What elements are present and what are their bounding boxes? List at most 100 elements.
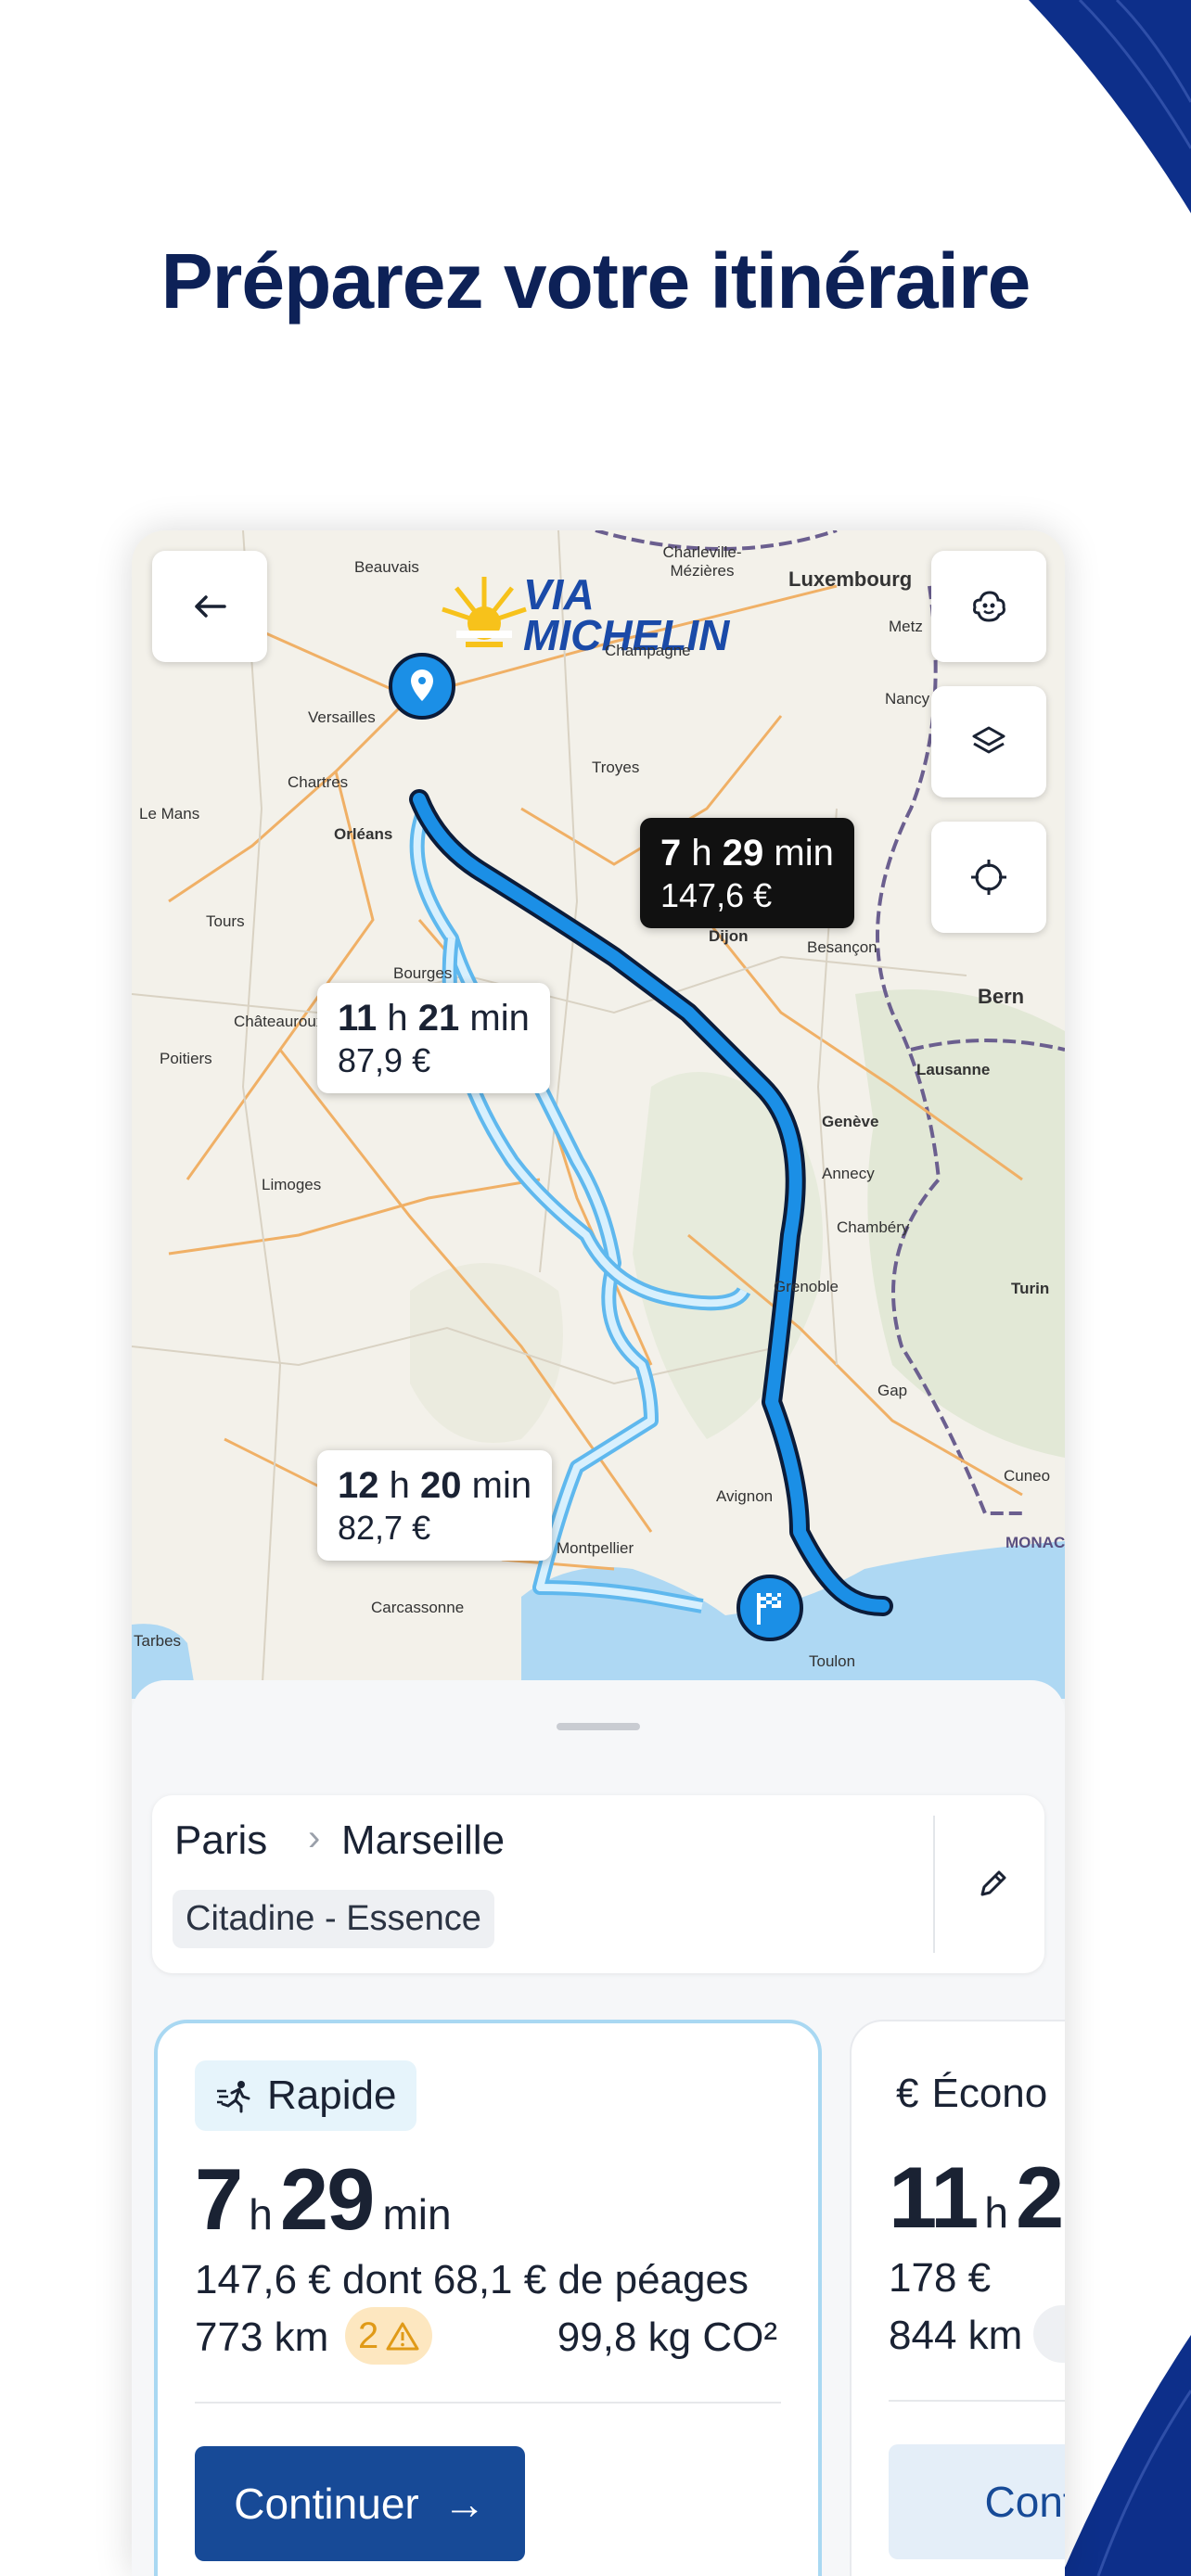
city-label: MONACO xyxy=(1005,1534,1065,1551)
card-divider xyxy=(195,2402,781,2404)
divider xyxy=(933,1816,935,1953)
bibendum-button[interactable] xyxy=(931,551,1046,662)
route-label-minutes: 29 xyxy=(722,833,764,874)
drag-handle[interactable] xyxy=(557,1723,640,1730)
continue-button[interactable]: Continuer → xyxy=(195,2446,525,2561)
city-label: Limoges xyxy=(262,1176,322,1193)
cost-summary: 178 € xyxy=(889,2255,992,2301)
duration-minutes: 29 xyxy=(279,2150,376,2248)
euro-icon: € xyxy=(896,2071,919,2116)
route-map[interactable]: VIA MICHELIN Beauvais Charleville-Mézièr… xyxy=(132,530,1065,1699)
city-label: Toulon xyxy=(809,1652,856,1670)
city-label: Le Mans xyxy=(139,805,200,823)
route-label-price: 87,9 € xyxy=(338,1041,431,1079)
locate-button[interactable] xyxy=(931,822,1046,933)
route-option-card-fast[interactable]: Rapide 7 h29 min 147,6 € dont 68,1 € de pé… xyxy=(154,2020,822,2576)
duration-hours: 11 xyxy=(889,2149,979,2246)
city-label: Tarbes xyxy=(134,1632,182,1650)
page-headline: Préparez votre itinéraire xyxy=(160,237,1031,325)
city-label: Turin xyxy=(1011,1280,1050,1297)
route-sheet: Paris › Marseille Citadine - Essence Rap… xyxy=(132,1680,1065,2576)
duration-minutes: 21 xyxy=(1015,2149,1065,2246)
origin-label: Paris xyxy=(174,1817,268,1863)
duration-h-unit: h xyxy=(249,2190,273,2238)
city-label: Nancy xyxy=(885,690,930,708)
warning-icon xyxy=(386,2322,419,2351)
warnings-badge[interactable]: 2 xyxy=(345,2307,433,2365)
route-label-m-unit: min xyxy=(471,1465,532,1506)
arrow-left-icon xyxy=(195,595,226,618)
city-label: Metz xyxy=(889,618,923,635)
decorative-corner-top xyxy=(1029,0,1191,213)
cost-summary: 147,6 € dont 68,1 € de péages xyxy=(195,2257,749,2302)
route-label-minutes: 20 xyxy=(420,1465,462,1506)
route-label-eco[interactable]: 11 h 21 min 87,9 € xyxy=(317,983,550,1094)
layers-icon xyxy=(972,726,1005,754)
finish-flag-icon xyxy=(736,1575,803,1641)
continue-button[interactable]: Contin xyxy=(889,2444,1065,2559)
trip-summary: Paris › Marseille Citadine - Essence xyxy=(152,1795,1044,1973)
route-label-hours: 7 xyxy=(660,833,682,874)
route-label-h-unit: h xyxy=(389,1465,410,1506)
destination-label: Marseille xyxy=(341,1817,506,1863)
layers-button[interactable] xyxy=(931,686,1046,797)
route-label-price: 147,6 € xyxy=(660,876,773,914)
city-label: Montpellier xyxy=(557,1539,634,1557)
city-label: Lausanne xyxy=(916,1061,991,1078)
city-label: Chartres xyxy=(288,773,349,791)
arrow-right-icon: → xyxy=(442,2480,486,2528)
city-label: Cuneo xyxy=(1004,1467,1051,1485)
city-label: Bourges xyxy=(393,964,453,982)
city-label: Bern xyxy=(978,985,1025,1008)
city-label: Grenoble xyxy=(774,1278,839,1295)
distance: 773 km xyxy=(195,2315,329,2360)
decorative-corner-bottom xyxy=(1061,2335,1191,2576)
pencil-icon xyxy=(980,1870,1006,1896)
sun-icon xyxy=(442,577,527,647)
city-label: Charleville-Mézières xyxy=(662,543,742,580)
route-label-h-unit: h xyxy=(691,833,712,874)
city-label: Beauvais xyxy=(354,558,419,576)
duration-h-unit: h xyxy=(984,2188,1008,2237)
back-button[interactable] xyxy=(152,551,267,662)
city-label: Carcassonne xyxy=(371,1599,465,1616)
bibendum-icon xyxy=(973,591,1005,622)
app-screen: VIA MICHELIN Beauvais Charleville-Mézièr… xyxy=(132,530,1065,2576)
edit-button[interactable] xyxy=(952,1842,1035,1925)
duration: 7 h29 min xyxy=(195,2149,452,2250)
city-label: Gap xyxy=(877,1382,908,1399)
route-label-cheap[interactable]: 12 h 20 min 82,7 € xyxy=(317,1450,553,1562)
route-type-badge: Rapide xyxy=(195,2060,417,2131)
city-label: Châteauroux xyxy=(234,1013,325,1030)
vehicle-chip[interactable]: Citadine - Essence xyxy=(173,1890,494,1948)
route-label-hours: 11 xyxy=(338,998,378,1039)
city-label: Chambéry xyxy=(837,1218,910,1236)
duration: 11h21 xyxy=(889,2148,1065,2248)
city-label: Tours xyxy=(206,912,245,930)
start-pin-icon xyxy=(389,653,455,720)
route-label-fast[interactable]: 7 h 29 min 147,6 € xyxy=(640,818,854,929)
city-label: Besançon xyxy=(807,938,877,956)
city-label: Troyes xyxy=(592,759,640,776)
duration-hours: 7 xyxy=(195,2150,243,2248)
card-divider xyxy=(889,2400,1065,2402)
route-label-h-unit: h xyxy=(387,998,408,1039)
route-label-m-unit: min xyxy=(774,833,834,874)
route-type-badge: € Écono xyxy=(889,2059,1055,2129)
runner-icon xyxy=(217,2081,250,2113)
route-label-m-unit: min xyxy=(469,998,530,1039)
city-label: Dijon xyxy=(709,927,749,945)
city-label: Luxembourg xyxy=(788,567,913,591)
route-type-label: Écono xyxy=(931,2071,1048,2116)
city-label: Orléans xyxy=(334,825,393,843)
distance: 844 km xyxy=(889,2313,1023,2358)
warnings-count: 2 xyxy=(358,2315,379,2356)
route-label-price: 82,7 € xyxy=(338,1509,431,1547)
route-type-label: Rapide xyxy=(267,2072,397,2118)
city-label: Versailles xyxy=(308,708,376,726)
warnings-badge[interactable] xyxy=(1033,2305,1065,2363)
crosshair-icon xyxy=(971,860,1006,895)
duration-m-unit: min xyxy=(382,2190,452,2238)
route-option-card-eco[interactable]: € Écono 11h21 178 € 844 km Contin xyxy=(850,2020,1065,2576)
continue-label: Continuer xyxy=(234,2480,419,2528)
